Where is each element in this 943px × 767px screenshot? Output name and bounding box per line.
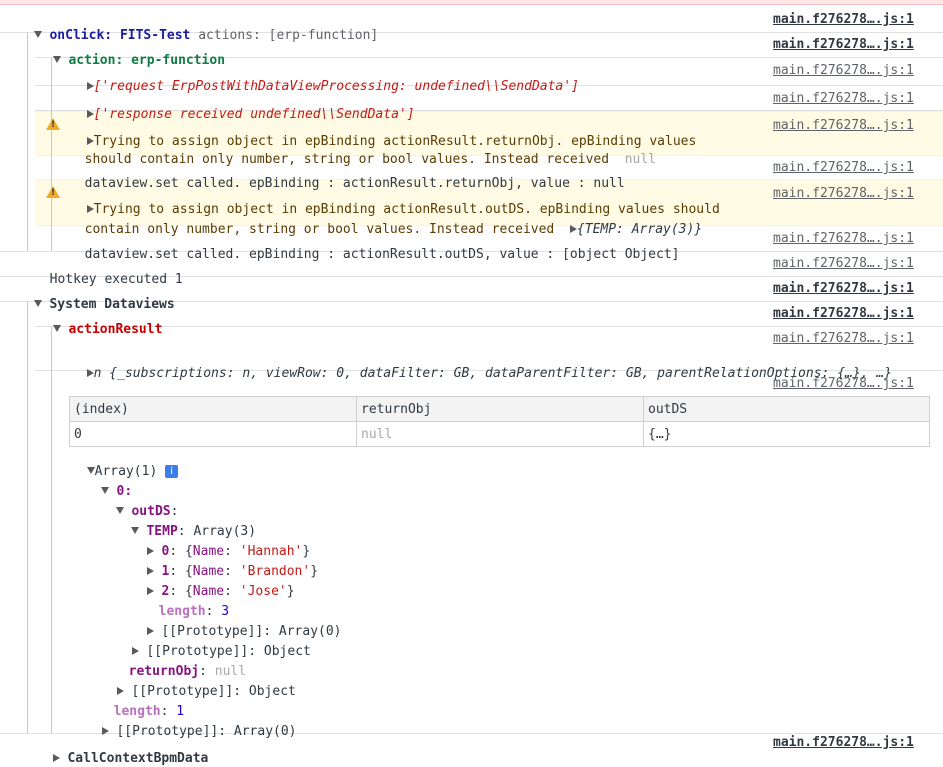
tree-value: 'Jose' xyxy=(239,584,287,599)
expand-triangle-icon[interactable] xyxy=(52,56,61,63)
warning-icon: ! xyxy=(46,118,60,130)
source-link[interactable]: main.f276278….js:1 xyxy=(773,63,933,79)
table-header[interactable]: returnObj xyxy=(356,396,644,422)
source-link[interactable]: main.f276278….js:1 xyxy=(773,281,933,297)
callcontext-label: CallContextBpmData xyxy=(67,751,209,766)
console-table: (index) returnObj outDS 0 null {…} xyxy=(69,396,930,447)
group-line xyxy=(51,58,52,251)
warning-icon: ! xyxy=(46,186,60,198)
source-link[interactable]: main.f276278….js:1 xyxy=(773,186,933,202)
collapse-triangle-icon[interactable] xyxy=(86,82,94,90)
source-link[interactable]: main.f276278….js:1 xyxy=(773,160,933,176)
onclick-actions: actions: [erp-function] xyxy=(198,28,379,43)
table-cell: 0 xyxy=(69,421,357,447)
collapse-triangle-icon[interactable] xyxy=(86,110,94,118)
source-link[interactable]: main.f276278….js:1 xyxy=(773,306,933,322)
table-header[interactable]: outDS xyxy=(643,396,930,422)
actionresult-label: actionResult xyxy=(68,322,163,337)
collapse-triangle-icon[interactable] xyxy=(52,754,60,762)
expand-triangle-icon[interactable] xyxy=(52,325,61,332)
actionresult-group[interactable]: actionResult xyxy=(37,306,162,338)
source-link[interactable]: main.f276278….js:1 xyxy=(773,91,933,107)
group-line xyxy=(27,33,28,251)
callcontext-group[interactable]: CallContextBpmData xyxy=(37,735,208,767)
source-link[interactable]: main.f276278….js:1 xyxy=(773,231,933,247)
tree-value: Object xyxy=(248,684,296,699)
table-cell: {…} xyxy=(643,421,930,447)
table-header-row: (index) returnObj outDS xyxy=(69,396,930,422)
group-line xyxy=(27,302,28,733)
n-object-log[interactable]: n {_subscriptions: n, viewRow: 0, dataFi… xyxy=(71,350,892,382)
source-link[interactable]: main.f276278….js:1 xyxy=(773,331,933,347)
top-error-strip xyxy=(0,0,943,5)
source-link[interactable]: main.f276278….js:1 xyxy=(773,735,933,751)
source-link[interactable]: main.f276278….js:1 xyxy=(773,118,933,134)
table-row: 0 null {…} xyxy=(69,421,930,447)
source-link[interactable]: main.f276278….js:1 xyxy=(773,376,933,392)
tree-value: Object xyxy=(263,644,311,659)
table-cell: null xyxy=(356,421,644,447)
info-icon[interactable]: i xyxy=(165,465,179,478)
source-link[interactable]: main.f276278….js:1 xyxy=(773,256,933,272)
tree-value: Array(0) xyxy=(233,724,297,739)
collapse-triangle-icon[interactable] xyxy=(101,727,109,735)
warning-1-value: null xyxy=(624,152,657,167)
group-line xyxy=(51,327,52,733)
source-link[interactable]: main.f276278….js:1 xyxy=(773,12,933,28)
table-header[interactable]: (index) xyxy=(69,396,357,422)
source-link[interactable]: main.f276278….js:1 xyxy=(773,37,933,53)
collapse-triangle-icon[interactable] xyxy=(86,369,94,377)
